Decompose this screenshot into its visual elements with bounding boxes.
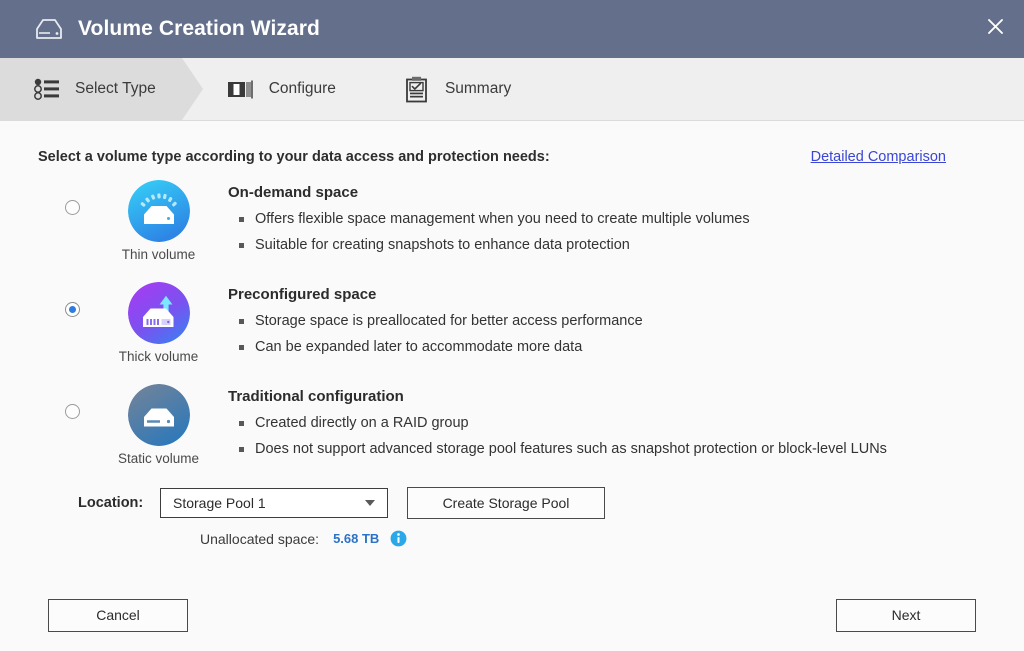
instruction-text: Select a volume type according to your d…: [38, 149, 550, 165]
bullet-marker-icon: [239, 319, 244, 324]
info-circle-icon[interactable]: [390, 530, 407, 547]
location-row: Location: Storage Pool 1 Create Storage …: [38, 487, 986, 519]
step-label: Select Type: [75, 80, 156, 97]
create-storage-pool-button[interactable]: Create Storage Pool: [407, 487, 605, 519]
bullet-marker-icon: [239, 217, 244, 222]
storage-drive-icon: [36, 19, 62, 39]
window-title: Volume Creation Wizard: [78, 17, 320, 40]
instruction-row: Select a volume type according to your d…: [38, 121, 986, 165]
bullet-text: Does not support advanced storage pool f…: [255, 441, 887, 457]
radio-cell-static[interactable]: [38, 381, 106, 419]
option-title: Traditional configuration: [228, 388, 404, 405]
static-volume-icon: [127, 384, 190, 446]
radio-thin-volume[interactable]: [64, 200, 80, 215]
location-label: Location:: [78, 495, 144, 511]
option-title: On-demand space: [228, 184, 359, 201]
desc-cell-thin: On-demand space Offers flexible space ma…: [211, 177, 986, 262]
step-configure[interactable]: Configure: [182, 58, 362, 120]
step-select-type[interactable]: Select Type: [0, 58, 203, 120]
step-label: Summary: [444, 80, 512, 97]
bullet-text: Offers flexible space management when yo…: [255, 211, 750, 227]
bullet-list-icon: [32, 74, 62, 104]
detailed-comparison-link[interactable]: Detailed Comparison: [811, 149, 986, 165]
option-bullet: Suitable for creating snapshots to enhan…: [228, 236, 986, 255]
bullet-text: Storage space is preallocated for better…: [255, 313, 643, 329]
radio-static-volume[interactable]: [64, 404, 80, 419]
close-button[interactable]: [978, 9, 1012, 43]
wizard-step-bar: Select Type Configure Summary: [0, 58, 1024, 121]
thick-volume-icon: [127, 282, 190, 344]
volume-caption: Thin volume: [121, 247, 196, 262]
radio-cell-thin[interactable]: [38, 177, 106, 215]
bullet-text: Suitable for creating snapshots to enhan…: [255, 237, 630, 253]
close-icon: [987, 18, 1003, 34]
icon-cell-thin[interactable]: Thin volume: [106, 177, 211, 262]
volume-option-thin[interactable]: Thin volume On-demand space Offers flexi…: [38, 177, 986, 279]
title-bar: Volume Creation Wizard: [0, 0, 1024, 58]
icon-cell-static[interactable]: Static volume: [106, 381, 211, 466]
bullet-text: Can be expanded later to accommodate mor…: [255, 339, 583, 355]
bullet-text: Created directly on a RAID group: [255, 415, 469, 431]
icon-cell-thick[interactable]: Thick volume: [106, 279, 211, 364]
volume-type-options: Thin volume On-demand space Offers flexi…: [38, 177, 986, 483]
step-label: Configure: [268, 80, 336, 97]
clipboard-check-icon: [402, 74, 432, 104]
bullet-marker-icon: [239, 243, 244, 248]
thin-volume-icon: [127, 180, 190, 242]
option-bullet: Can be expanded later to accommodate mor…: [228, 338, 986, 357]
bullet-marker-icon: [239, 447, 244, 452]
volume-creation-wizard-window: Volume Creation Wizard Select Type Confi…: [0, 0, 1024, 651]
unallocated-space-label: Unallocated space:: [200, 530, 320, 547]
volume-option-thick[interactable]: Thick volume Preconfigured space Storage…: [38, 279, 986, 381]
next-button[interactable]: Next: [836, 598, 976, 632]
volume-option-static[interactable]: Static volume Traditional configuration …: [38, 381, 986, 483]
option-title: Preconfigured space: [228, 286, 377, 303]
chevron-down-icon: [365, 500, 375, 506]
wizard-content: Select a volume type according to your d…: [0, 121, 1024, 579]
radio-thick-volume[interactable]: [64, 302, 80, 317]
configure-blocks-icon: [226, 74, 256, 104]
bullet-marker-icon: [239, 345, 244, 350]
step-summary[interactable]: Summary: [362, 58, 537, 120]
cancel-button[interactable]: Cancel: [48, 598, 188, 632]
volume-caption: Thick volume: [118, 349, 199, 364]
unallocated-space-row: Unallocated space: 5.68 TB: [38, 530, 986, 547]
option-bullet: Offers flexible space management when yo…: [228, 210, 986, 229]
option-bullet: Storage space is preallocated for better…: [228, 312, 986, 331]
storage-pool-selected-value: Storage Pool 1: [173, 495, 266, 511]
wizard-footer: Cancel Next: [0, 579, 1024, 651]
storage-pool-select[interactable]: Storage Pool 1: [160, 488, 388, 518]
radio-cell-thick[interactable]: [38, 279, 106, 317]
option-bullet: Does not support advanced storage pool f…: [228, 440, 986, 459]
desc-cell-thick: Preconfigured space Storage space is pre…: [211, 279, 986, 364]
volume-caption: Static volume: [117, 451, 200, 466]
unallocated-space-value: 5.68 TB: [333, 531, 380, 546]
desc-cell-static: Traditional configuration Created direct…: [211, 381, 986, 466]
bullet-marker-icon: [239, 421, 244, 426]
option-bullet: Created directly on a RAID group: [228, 414, 986, 433]
